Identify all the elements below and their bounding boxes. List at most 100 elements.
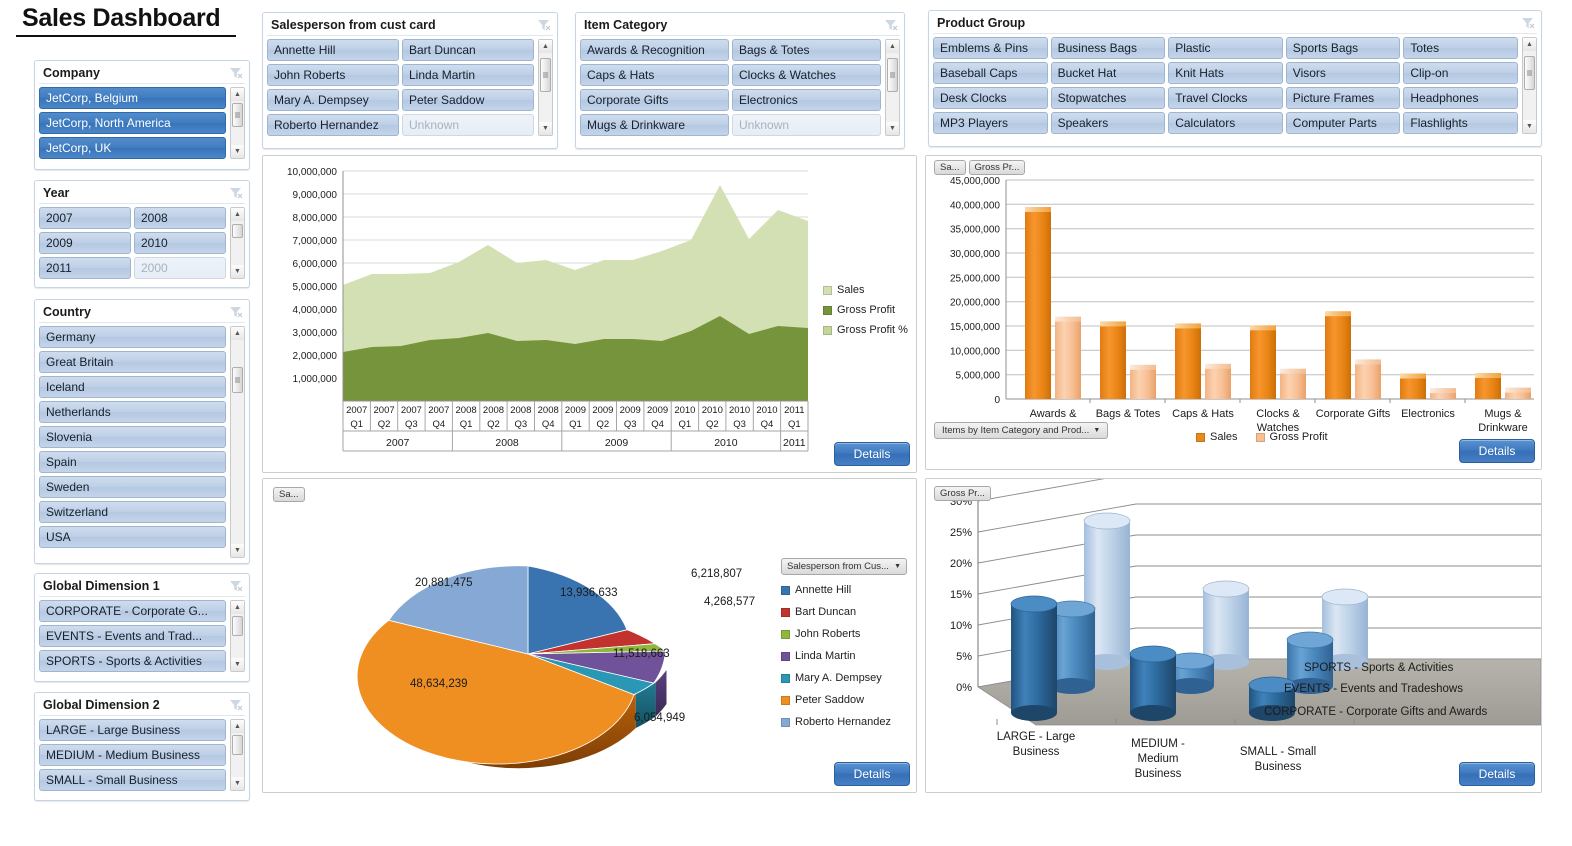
- slicer-item[interactable]: Corporate Gifts: [580, 89, 729, 111]
- scroll-down-icon[interactable]: ▼: [231, 658, 244, 671]
- slicer-item[interactable]: Desk Clocks: [933, 87, 1048, 109]
- scrollbar-thumb[interactable]: [232, 616, 243, 636]
- slicer-item[interactable]: JetCorp, Belgium: [39, 87, 226, 109]
- scroll-down-icon[interactable]: ▼: [1523, 120, 1536, 133]
- slicer-item[interactable]: Roberto Hernandez: [267, 114, 399, 136]
- details-button-pie-chart[interactable]: Details: [834, 762, 910, 786]
- slicer-item[interactable]: USA: [39, 526, 226, 548]
- slicer-item[interactable]: Visors: [1285, 62, 1401, 84]
- bar-gross-profit[interactable]: [1355, 362, 1381, 400]
- field-button-gross-profit-pct[interactable]: Gross Pr...: [934, 486, 991, 501]
- slicer-item[interactable]: Mugs & Drinkware: [580, 114, 729, 136]
- filter-clear-icon[interactable]: [229, 698, 243, 712]
- slicer-item[interactable]: Great Britain: [39, 351, 226, 373]
- bar-sales[interactable]: [1400, 376, 1426, 399]
- bar-gross-profit[interactable]: [1205, 366, 1231, 399]
- slicer-item[interactable]: Sports Bags: [1285, 37, 1401, 59]
- filter-clear-icon[interactable]: [884, 18, 898, 32]
- slicer-item[interactable]: Clocks & Watches: [732, 64, 881, 86]
- slicer-product-group[interactable]: Product Group Emblems & Pins Business Ba…: [928, 10, 1542, 147]
- bar-sales[interactable]: [1475, 376, 1501, 399]
- scroll-up-icon[interactable]: ▲: [539, 40, 552, 53]
- slicer-item[interactable]: Sweden: [39, 476, 226, 498]
- slicer-item[interactable]: Annette Hill: [267, 39, 399, 61]
- slicer-item[interactable]: 2009: [39, 232, 131, 254]
- slicer-item[interactable]: Bart Duncan: [402, 39, 534, 61]
- slicer-item[interactable]: 2000: [134, 257, 226, 279]
- bar-sales[interactable]: [1175, 326, 1201, 400]
- bar-sales[interactable]: [1250, 328, 1276, 399]
- scroll-up-icon[interactable]: ▲: [231, 601, 244, 614]
- slicer-item[interactable]: Netherlands: [39, 401, 226, 423]
- slicer-item[interactable]: Stopwatches: [1050, 87, 1166, 109]
- scroll-down-icon[interactable]: ▼: [231, 265, 244, 278]
- slicer-company-scrollbar[interactable]: ▲ ▼: [230, 87, 245, 159]
- slicer-item[interactable]: Clip-on: [1403, 62, 1518, 84]
- bar-gross-profit[interactable]: [1055, 319, 1081, 399]
- field-button-sales[interactable]: Sa...: [273, 487, 305, 502]
- slicer-item[interactable]: Headphones: [1403, 87, 1518, 109]
- field-button-salesperson[interactable]: Salesperson from Cus... ▼: [781, 558, 907, 575]
- filter-clear-icon[interactable]: [229, 186, 243, 200]
- scrollbar-thumb[interactable]: [1524, 56, 1535, 90]
- slicer-item[interactable]: Computer Parts: [1285, 112, 1401, 134]
- slicer-item[interactable]: Switzerland: [39, 501, 226, 523]
- bar-gross-profit[interactable]: [1280, 371, 1306, 399]
- slicer-item-category[interactable]: Item Category Awards & Recognition Bags …: [575, 12, 905, 149]
- scroll-up-icon[interactable]: ▲: [231, 208, 244, 221]
- slicer-country[interactable]: Country Germany Great Britain Iceland Ne…: [34, 299, 250, 564]
- slicer-global-dimension-2[interactable]: Global Dimension 2 LARGE - Large Busines…: [34, 692, 250, 801]
- field-button-sales[interactable]: Sa...: [934, 160, 966, 175]
- slicer-item[interactable]: Peter Saddow: [402, 89, 534, 111]
- details-button-column3d-chart[interactable]: Details: [1459, 762, 1535, 786]
- slicer-item[interactable]: Plastic: [1168, 37, 1283, 59]
- slicer-item[interactable]: Slovenia: [39, 426, 226, 448]
- slicer-item[interactable]: 2008: [134, 207, 226, 229]
- slicer-item[interactable]: LARGE - Large Business: [39, 719, 226, 741]
- slicer-item[interactable]: Emblems & Pins: [933, 37, 1048, 59]
- scroll-up-icon[interactable]: ▲: [1523, 38, 1536, 51]
- slicer-item[interactable]: Travel Clocks: [1168, 87, 1283, 109]
- slicer-item[interactable]: 2011: [39, 257, 131, 279]
- scroll-up-icon[interactable]: ▲: [231, 88, 244, 101]
- slicer-item[interactable]: Electronics: [732, 89, 881, 111]
- slicer-item[interactable]: Iceland: [39, 376, 226, 398]
- scrollbar-thumb[interactable]: [232, 367, 243, 393]
- slicer-item[interactable]: Spain: [39, 451, 226, 473]
- filter-clear-icon[interactable]: [229, 66, 243, 80]
- slicer-item[interactable]: Business Bags: [1050, 37, 1166, 59]
- bar-sales[interactable]: [1025, 210, 1051, 399]
- area-chart-svg[interactable]: 10,000,000 9,000,000 8,000,000 7,000,000…: [263, 156, 916, 472]
- slicer-item[interactable]: SMALL - Small Business: [39, 769, 226, 791]
- scroll-up-icon[interactable]: ▲: [886, 40, 899, 53]
- scroll-up-icon[interactable]: ▲: [231, 720, 244, 733]
- scrollbar-thumb[interactable]: [232, 224, 243, 238]
- details-button-bar-chart[interactable]: Details: [1459, 439, 1535, 463]
- slicer-item[interactable]: 2010: [134, 232, 226, 254]
- bar-sales[interactable]: [1325, 314, 1351, 399]
- scrollbar-thumb[interactable]: [232, 103, 243, 127]
- scroll-down-icon[interactable]: ▼: [231, 544, 244, 557]
- slicer-item[interactable]: MEDIUM - Medium Business: [39, 744, 226, 766]
- scrollbar-thumb[interactable]: [540, 58, 551, 92]
- slicer-year-scrollbar[interactable]: ▲ ▼: [230, 207, 245, 279]
- slicer-global-dimension-1[interactable]: Global Dimension 1 CORPORATE - Corporate…: [34, 573, 250, 682]
- slicer-gd2-scrollbar[interactable]: ▲ ▼: [230, 719, 245, 791]
- slicer-year[interactable]: Year 2007 2008 2009 2010 2011 2000 ▲ ▼: [34, 180, 250, 288]
- slicer-item[interactable]: JetCorp, UK: [39, 137, 226, 159]
- scroll-down-icon[interactable]: ▼: [539, 122, 552, 135]
- filter-clear-icon[interactable]: [1521, 16, 1535, 30]
- scroll-down-icon[interactable]: ▼: [231, 777, 244, 790]
- bar-gross-profit[interactable]: [1130, 367, 1156, 399]
- slicer-item[interactable]: Caps & Hats: [580, 64, 729, 86]
- slicer-item[interactable]: Awards & Recognition: [580, 39, 729, 61]
- details-button-area-chart[interactable]: Details: [834, 442, 910, 466]
- slicer-item[interactable]: Knit Hats: [1168, 62, 1283, 84]
- slicer-item[interactable]: Unknown: [732, 114, 881, 136]
- slicer-product-group-scrollbar[interactable]: ▲ ▼: [1522, 37, 1537, 134]
- filter-clear-icon[interactable]: [229, 305, 243, 319]
- slicer-item[interactable]: CORPORATE - Corporate G...: [39, 600, 226, 622]
- scrollbar-thumb[interactable]: [232, 735, 243, 755]
- slicer-item[interactable]: 2007: [39, 207, 131, 229]
- slicer-item[interactable]: JetCorp, North America: [39, 112, 226, 134]
